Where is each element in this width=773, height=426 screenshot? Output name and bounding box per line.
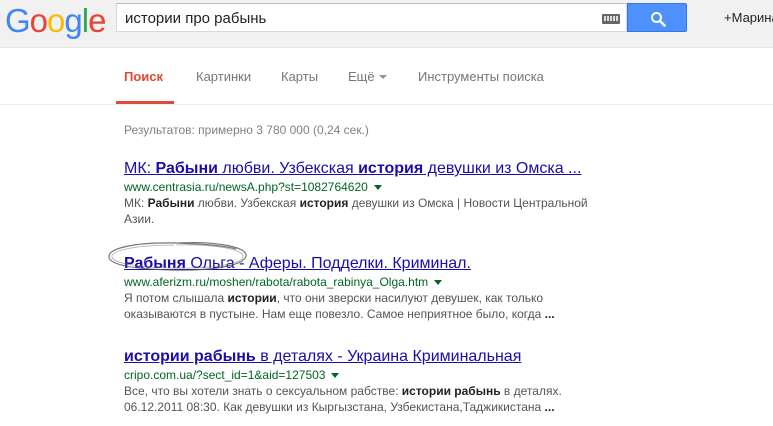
highlighted-term: Рабыни <box>147 196 195 210</box>
highlighted-term: Рабыня <box>124 255 186 272</box>
result-url: www.centrasia.ru/newsA.php?st=1082764620 <box>124 179 644 195</box>
result-url: cripo.com.ua/?sect_id=1&aid=127503 <box>124 367 644 383</box>
search-icon <box>651 12 666 27</box>
text-segment: МК: <box>124 196 148 210</box>
search-box[interactable] <box>116 3 627 32</box>
highlighted-term: история <box>358 160 424 177</box>
snippet-line: оказываются в пустыне. Нам еще повезло. … <box>124 306 644 322</box>
top-bar: Google +Марина <box>0 0 773 48</box>
snippet-line: Азии. <box>124 211 644 227</box>
keyboard-icon[interactable] <box>602 14 620 24</box>
logo-letter: e <box>88 2 106 39</box>
result-url-text: www.centrasia.ru/newsA.php?st=1082764620 <box>124 180 368 194</box>
text-segment: в деталях. <box>500 384 562 398</box>
snippet-line: Все, что вы хотели знать о сексуальном р… <box>124 383 644 399</box>
search-result: истории рабынь в деталях - Украина Крими… <box>124 347 644 415</box>
text-segment: девушки из Омска | Новости Центральной <box>348 196 588 210</box>
active-tab-indicator <box>116 101 174 104</box>
dropdown-arrow-icon[interactable] <box>434 280 443 285</box>
search-tabs: Поиск Картинки Карты Ещё Инструменты пои… <box>0 49 773 105</box>
text-segment: , что они зверски насилуют девушек, как … <box>276 291 544 305</box>
snippet-line: Я потом слышала истории, что они зверски… <box>124 290 644 306</box>
snippet-line: МК: Рабыни любви. Узбекская история деву… <box>124 195 644 211</box>
result-title-link[interactable]: Рабыня Ольга - Аферы. Подделки. Криминал… <box>124 254 471 274</box>
highlighted-term: ... <box>544 307 555 321</box>
dropdown-arrow-icon[interactable] <box>331 373 340 378</box>
tab-more[interactable]: Ещё <box>348 69 387 84</box>
text-segment: Ольга - Аферы. Подделки. Криминал. <box>185 255 471 272</box>
tab-maps[interactable]: Карты <box>281 69 318 84</box>
highlighted-term: истории рабынь <box>401 384 501 398</box>
tab-search-tools[interactable]: Инструменты поиска <box>418 69 544 84</box>
text-segment: любви. Узбекская <box>194 196 300 210</box>
text-segment: любви. Узбекская <box>217 160 359 177</box>
text-segment: Азии. <box>124 212 155 226</box>
search-result: МК: Рабыни любви. Узбекская история деву… <box>124 159 644 227</box>
search-button[interactable] <box>627 3 687 32</box>
logo-letter: o <box>29 2 48 39</box>
chevron-down-icon <box>378 75 387 79</box>
text-segment: Я потом слышала <box>124 291 228 305</box>
highlighted-term: истории рабынь <box>124 348 256 365</box>
highlighted-term: истории <box>227 291 277 305</box>
tab-search[interactable]: Поиск <box>124 69 163 84</box>
result-title-link[interactable]: МК: Рабыни любви. Узбекская история деву… <box>124 159 581 179</box>
text-segment: в деталях - Украина Криминальная <box>255 348 522 365</box>
text-segment: девушки из Омска ... <box>423 160 582 177</box>
user-profile-link[interactable]: +Марина <box>724 10 773 25</box>
google-logo[interactable]: Google <box>5 2 106 39</box>
result-title-link[interactable]: истории рабынь в деталях - Украина Крими… <box>124 347 521 367</box>
result-snippet: МК: Рабыни любви. Узбекская история деву… <box>124 195 644 227</box>
text-segment: 06.12.2011 08:30. Как девушки из Кыргызс… <box>124 400 545 414</box>
search-result: Рабыня Ольга - Аферы. Подделки. Криминал… <box>124 254 644 322</box>
result-snippet: Все, что вы хотели знать о сексуальном р… <box>124 383 644 415</box>
result-stats: Результатов: примерно 3 780 000 (0,24 се… <box>124 123 369 137</box>
text-segment: МК: <box>124 160 156 177</box>
result-url-text: cripo.com.ua/?sect_id=1&aid=127503 <box>124 368 326 382</box>
dropdown-arrow-icon[interactable] <box>373 185 382 190</box>
text-segment: Все, что вы хотели знать о сексуальном р… <box>124 384 402 398</box>
search-input[interactable] <box>125 7 595 29</box>
tab-more-label: Ещё <box>348 69 375 84</box>
highlighted-term: история <box>299 196 349 210</box>
text-segment: оказываются в пустыне. Нам еще повезло. … <box>124 307 545 321</box>
result-url: www.aferizm.ru/moshen/rabota/rabota_rabi… <box>124 274 644 290</box>
logo-letter: g <box>64 2 82 39</box>
logo-letter: o <box>47 2 65 39</box>
logo-letter: G <box>5 2 31 39</box>
tab-images[interactable]: Картинки <box>196 69 251 84</box>
highlighted-term: ... <box>544 400 555 414</box>
snippet-line: 06.12.2011 08:30. Как девушки из Кыргызс… <box>124 399 644 415</box>
highlighted-term: Рабыни <box>155 160 218 177</box>
result-snippet: Я потом слышала истории, что они зверски… <box>124 290 644 322</box>
result-url-text: www.aferizm.ru/moshen/rabota/rabota_rabi… <box>124 275 429 289</box>
